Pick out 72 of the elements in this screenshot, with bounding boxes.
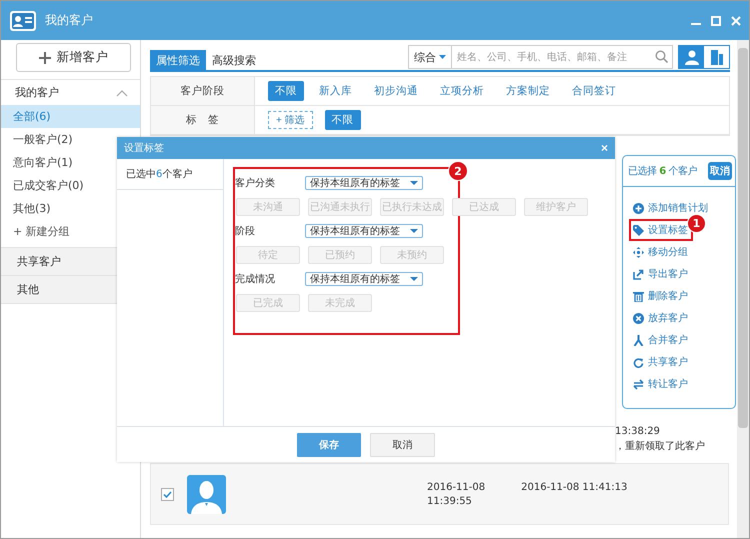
selected-count: 已选中6个客户 xyxy=(117,159,223,190)
trash-icon xyxy=(633,290,644,302)
window-title: 我的客户 xyxy=(45,12,93,29)
check-icon xyxy=(163,490,172,498)
list-view-icon xyxy=(710,50,722,64)
filter-option[interactable]: 立项分析 xyxy=(433,81,491,101)
filter-option[interactable]: 合同签订 xyxy=(565,81,623,101)
cancel-button[interactable]: 取消 xyxy=(370,432,435,456)
scrollbar[interactable] xyxy=(737,40,749,538)
contact-card-icon xyxy=(9,10,37,32)
row-checkbox[interactable] xyxy=(161,488,174,500)
action-item[interactable]: 放弃客户 xyxy=(629,307,693,329)
caret-icon xyxy=(439,55,446,59)
step-badge: 1 xyxy=(687,214,706,233)
created-time: 11:39:55 xyxy=(427,496,473,506)
plus-icon xyxy=(38,52,50,64)
share-icon xyxy=(633,356,644,368)
filter-tab[interactable]: 属性筛选 xyxy=(150,50,206,70)
activity-note: ，重新领取了此客户 xyxy=(615,440,706,453)
tag-group-label: 阶段 xyxy=(235,225,256,238)
action-item[interactable]: 导出客户 xyxy=(629,263,693,285)
x-circle-icon xyxy=(633,312,644,324)
cancel-button[interactable]: 取消 xyxy=(708,162,732,180)
caret-icon xyxy=(410,229,418,233)
tag-dropdown[interactable]: 保持本组原有的标签 xyxy=(305,176,423,190)
new-customer-button[interactable]: 新增客户 xyxy=(16,43,131,72)
action-item[interactable]: 合并客户 xyxy=(629,329,693,351)
filter-option[interactable]: 新入库 xyxy=(312,81,359,101)
plus-circle-icon xyxy=(633,202,644,214)
selected-count: 已选择 6 个客户 xyxy=(628,164,697,178)
tag-icon xyxy=(633,224,644,236)
export-icon xyxy=(633,268,644,280)
minimize-icon xyxy=(691,22,701,24)
filter-option[interactable]: 初步沟通 xyxy=(367,81,425,101)
view-toggle-button[interactable] xyxy=(679,46,704,68)
save-button[interactable]: 保存 xyxy=(297,432,361,456)
search-icon xyxy=(655,50,668,63)
dialog-title: 设置标签 xyxy=(124,142,164,155)
created-date: 2016-11-08 xyxy=(427,482,486,492)
group-item[interactable]: 全部(6) xyxy=(1,105,140,128)
move-icon xyxy=(633,246,644,258)
customer-row[interactable]: 2016-11-08 11:39:55 2016-11-08 11:41:13 xyxy=(150,463,729,525)
tag-group-label: 完成情况 xyxy=(235,272,276,286)
action-item[interactable]: 转让客户 xyxy=(629,373,693,395)
tag-dropdown[interactable]: 保持本组原有的标签 xyxy=(305,224,423,238)
close-icon xyxy=(731,16,741,26)
filter-option[interactable]: 不限 xyxy=(268,81,304,101)
swap-icon xyxy=(633,378,644,390)
merge-icon xyxy=(633,334,644,346)
action-item[interactable]: 删除客户 xyxy=(629,285,693,307)
close-button[interactable]: × xyxy=(600,141,608,155)
updated-time: 2016-11-08 11:41:13 xyxy=(521,482,628,492)
filter-option[interactable]: 方案制定 xyxy=(499,81,557,101)
person-icon xyxy=(684,50,698,64)
add-filter-button[interactable]: + 筛选 xyxy=(268,111,313,129)
action-item[interactable]: 共享客户 xyxy=(629,351,693,373)
filter-tab[interactable]: 高级搜索 xyxy=(206,50,262,70)
avatar-icon xyxy=(187,474,226,514)
filter-option[interactable]: 不限 xyxy=(324,110,361,130)
maximize-icon xyxy=(711,16,721,26)
scope-dropdown[interactable]: 综合 xyxy=(408,45,451,69)
caret-icon xyxy=(410,277,418,281)
search-field[interactable]: 姓名、公司、手机、电话、邮箱、备注 xyxy=(451,45,673,69)
tag-dropdown[interactable]: 保持本组原有的标签 xyxy=(305,272,423,286)
step-badge: 2 xyxy=(448,161,468,181)
activity-time: 13:38:29 xyxy=(615,426,661,437)
action-item[interactable]: 移动分组 xyxy=(629,241,693,263)
filter-label: 客户阶段 xyxy=(151,77,255,105)
filter-label: 标 签 xyxy=(151,106,255,134)
chevron-up-icon xyxy=(116,88,128,96)
tag-group-label: 客户分类 xyxy=(235,176,276,190)
caret-icon xyxy=(410,181,418,185)
